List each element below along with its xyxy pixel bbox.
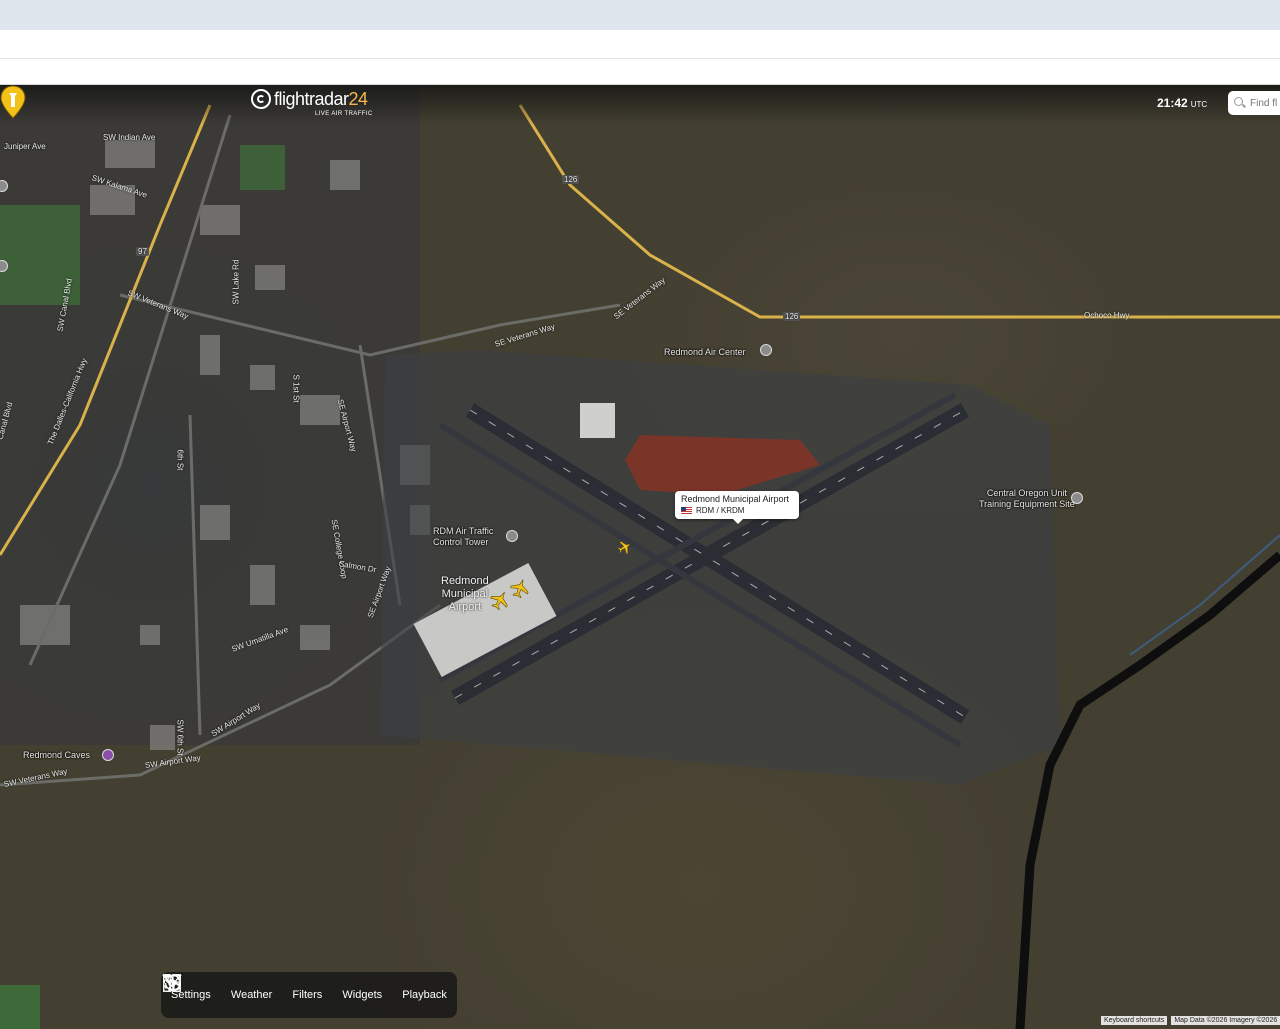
utc-clock: 21:42 UTC <box>1157 96 1208 110</box>
road-label: Ochoco Hwy <box>1084 311 1130 320</box>
poi-icon[interactable] <box>506 530 518 542</box>
weather-label: Weather <box>230 989 273 1001</box>
canyon <box>1015 551 1280 1029</box>
filters-label: Filters <box>292 989 323 1001</box>
browser-address-bar[interactable] <box>0 30 1280 59</box>
road-label: Juniper Ave <box>4 142 46 151</box>
road-label: SW Indian Ave <box>103 133 156 142</box>
airport-map-label[interactable]: Redmond Municipal Airport <box>441 575 489 614</box>
playback-icon <box>164 974 181 991</box>
poi-icon[interactable] <box>1071 492 1083 504</box>
park-area-2 <box>240 145 285 190</box>
map-footer: Keyboard shortcuts Map Data ©2026 Imager… <box>1101 1016 1280 1025</box>
airport-callout[interactable]: Redmond Municipal Airport RDM / KRDM <box>675 491 799 524</box>
weather-button[interactable]: Weather <box>165 975 273 1001</box>
label-redmond-caves: Redmond Caves <box>23 750 91 760</box>
camera-icon[interactable] <box>102 749 114 761</box>
playback-button[interactable]: Playback <box>164 974 447 1001</box>
playback-label: Playback <box>402 989 447 1001</box>
widgets-label: Widgets <box>342 989 383 1001</box>
highway-126 <box>518 104 1280 319</box>
road-label: S 1st St <box>291 374 301 403</box>
flightradar24-logo[interactable]: flightradar24 LIVE AIR TRAFFIC <box>251 89 372 117</box>
highway-shield: 126 <box>562 175 580 184</box>
map-view[interactable]: flightradar24 LIVE AIR TRAFFIC 21:42 UTC … <box>0 85 1280 1029</box>
logo-subtitle: LIVE AIR TRAFFIC <box>315 111 373 117</box>
search-box[interactable] <box>1228 91 1280 115</box>
green-area <box>0 985 40 1029</box>
label-training-site: Central Oregon Unit Training Equipment Si… <box>979 488 1075 509</box>
label-control-tower: RDM Air Traffic Control Tower <box>433 526 494 547</box>
radar-icon <box>251 89 271 109</box>
road-label: SW 6th St <box>175 719 185 756</box>
widgets-button[interactable]: Widgets <box>163 974 383 1001</box>
satellite-imagery <box>0 85 1280 1029</box>
logo-text: flightradar24 <box>274 89 368 109</box>
highway-shield: 97 <box>136 247 149 256</box>
highway-shield: 126 <box>783 312 801 321</box>
browser-bookmarks-bar <box>0 59 1280 85</box>
browser-tab-strip <box>0 0 1280 30</box>
search-input[interactable] <box>1250 91 1280 115</box>
airport-code: RDM / KRDM <box>696 506 745 515</box>
search-icon <box>1234 97 1243 106</box>
poi-icon[interactable] <box>760 344 772 356</box>
header-bar <box>0 85 1280 125</box>
canal <box>1129 534 1280 656</box>
road-label: 6th St <box>175 449 185 471</box>
hangar <box>580 403 615 438</box>
airport-pin-icon[interactable] <box>0 85 26 119</box>
airport-name: Redmond Municipal Airport <box>681 494 790 504</box>
us-flag-icon <box>681 507 692 514</box>
map-attribution[interactable]: Map Data ©2026 Imagery ©2026 <box>1171 1016 1280 1025</box>
filters-button[interactable]: Filters <box>162 974 323 1001</box>
road-label: SW Lake Rd <box>231 259 241 305</box>
keyboard-shortcuts-link[interactable]: Keyboard shortcuts <box>1101 1016 1168 1025</box>
bottom-toolbar: Settings Weather Filters Widgets Playbac… <box>161 972 457 1018</box>
label-redmond-air-center: Redmond Air Center <box>664 347 746 357</box>
